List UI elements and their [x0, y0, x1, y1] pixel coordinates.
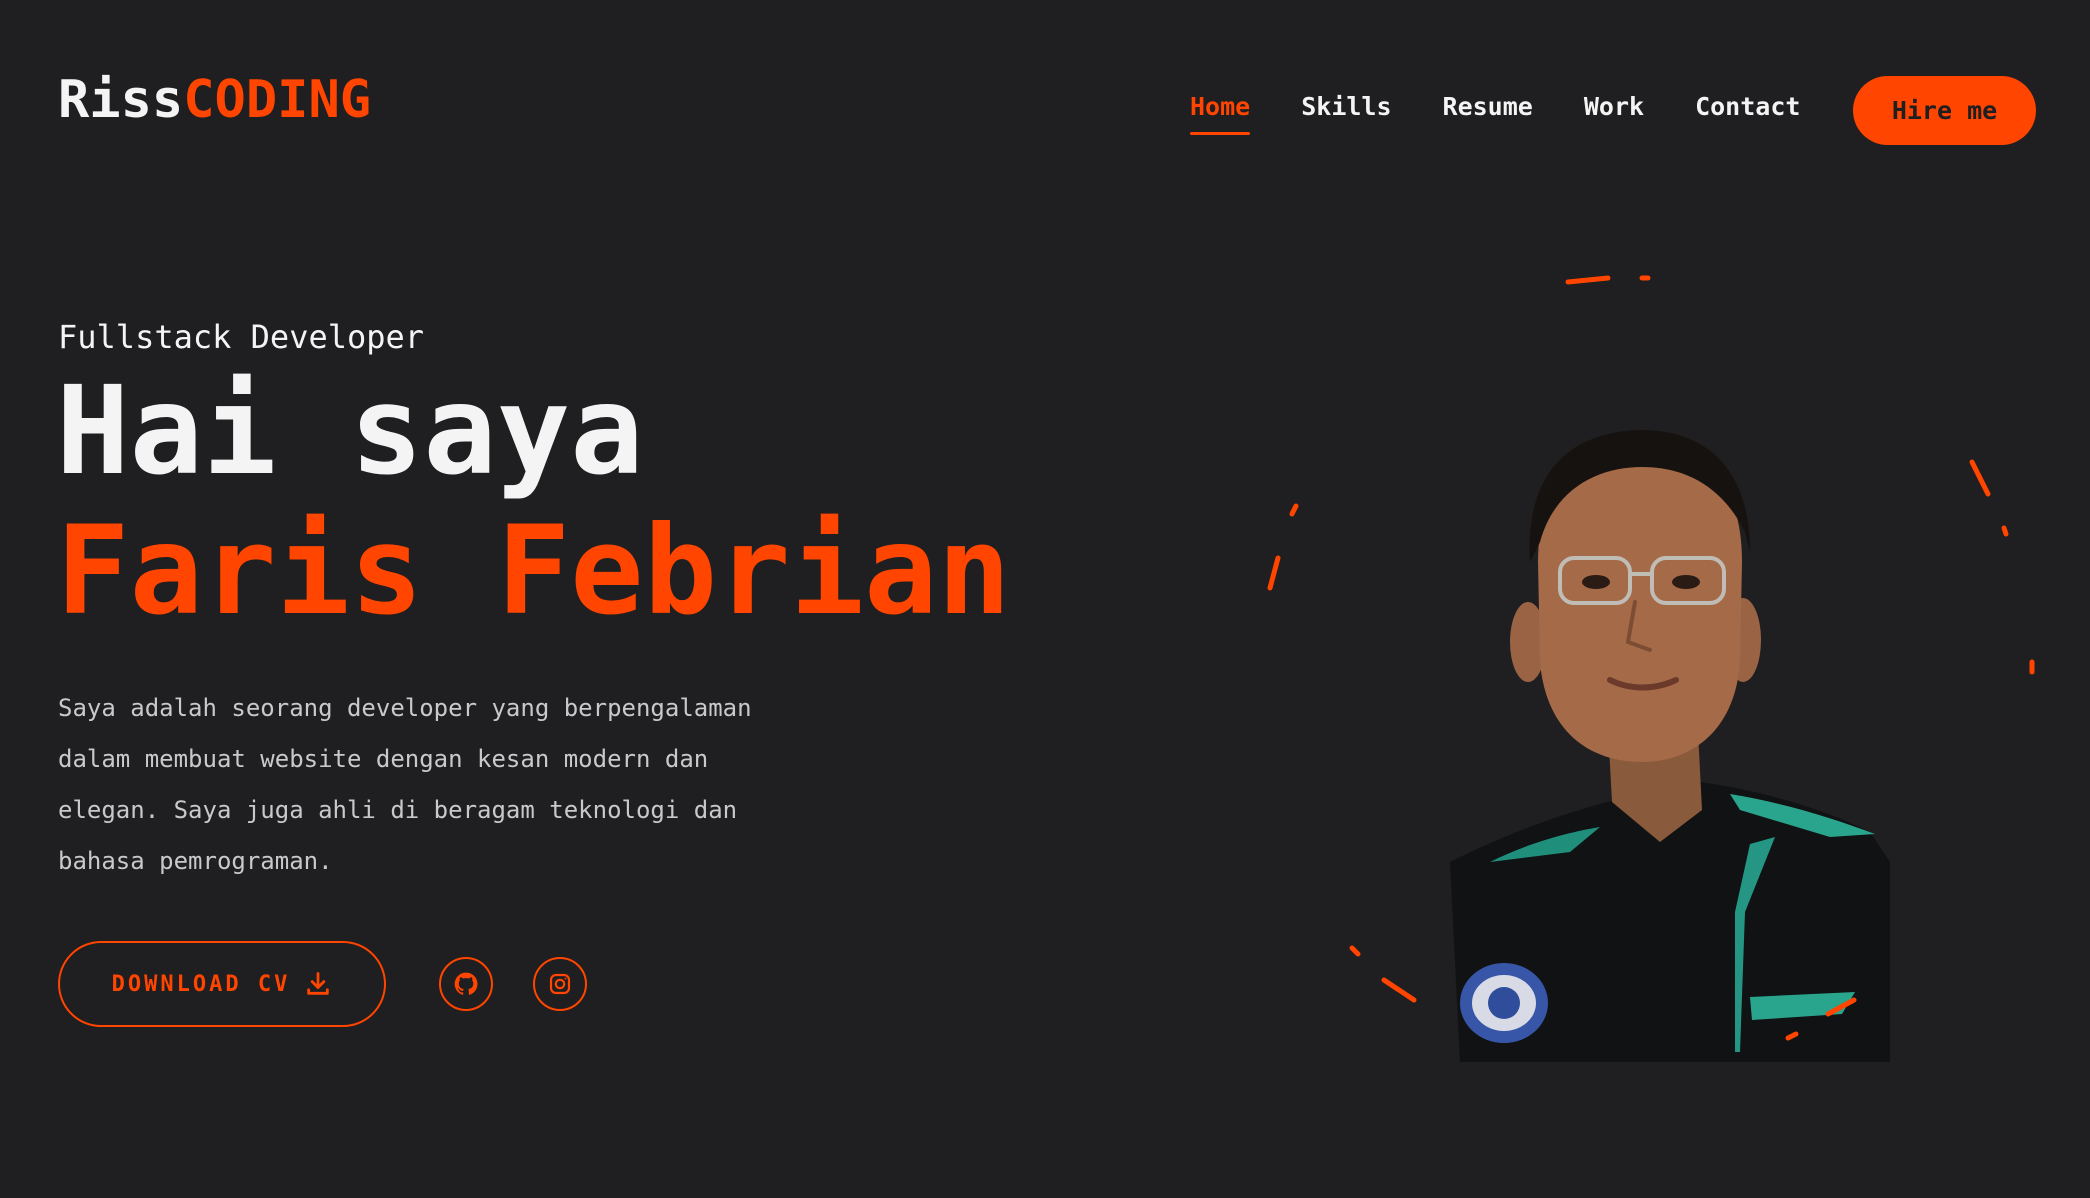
hero-description: Saya adalah seorang developer yang berpe… [58, 683, 818, 887]
nav-item-resume[interactable]: Resume [1443, 92, 1533, 122]
logo-text-accent: CODING [183, 70, 372, 130]
main-nav: Home Skills Resume Work Contact [1190, 92, 1851, 135]
logo[interactable]: RissCODING [58, 74, 371, 126]
page: RissCODING Home Skills Resume Work Conta… [0, 0, 2090, 1198]
role-subtitle: Fullstack Developer [58, 318, 425, 356]
description-line: bahasa pemrograman. [58, 847, 333, 875]
hire-me-button[interactable]: Hire me [1853, 76, 2036, 145]
logo-text-primary: Riss [58, 70, 184, 130]
description-line: elegan. Saya juga ahli di beragam teknol… [58, 796, 738, 824]
hero-greeting: Hai saya [56, 360, 644, 502]
download-cv-label: DOWNLOAD CV [111, 971, 291, 997]
nav-item-skills[interactable]: Skills [1301, 92, 1391, 122]
description-line: dalam membuat website dengan kesan moder… [58, 745, 709, 773]
download-icon [307, 972, 330, 995]
nav-item-home[interactable]: Home [1190, 92, 1251, 135]
github-icon [454, 972, 478, 995]
instagram-link[interactable] [533, 957, 587, 1011]
profile-photo [1450, 430, 1890, 1062]
description-line: Saya adalah seorang developer yang berpe… [58, 694, 752, 722]
instagram-icon [549, 973, 571, 995]
decorative-ring [1267, 275, 2035, 1062]
download-cv-button[interactable]: DOWNLOAD CV [58, 941, 386, 1027]
nav-item-work[interactable]: Work [1584, 92, 1644, 122]
github-link[interactable] [439, 957, 493, 1011]
nav-item-contact[interactable]: Contact [1695, 92, 1800, 122]
profile-photo-area [1230, 262, 2050, 1082]
hero-name: Faris Febrian [56, 500, 1011, 642]
